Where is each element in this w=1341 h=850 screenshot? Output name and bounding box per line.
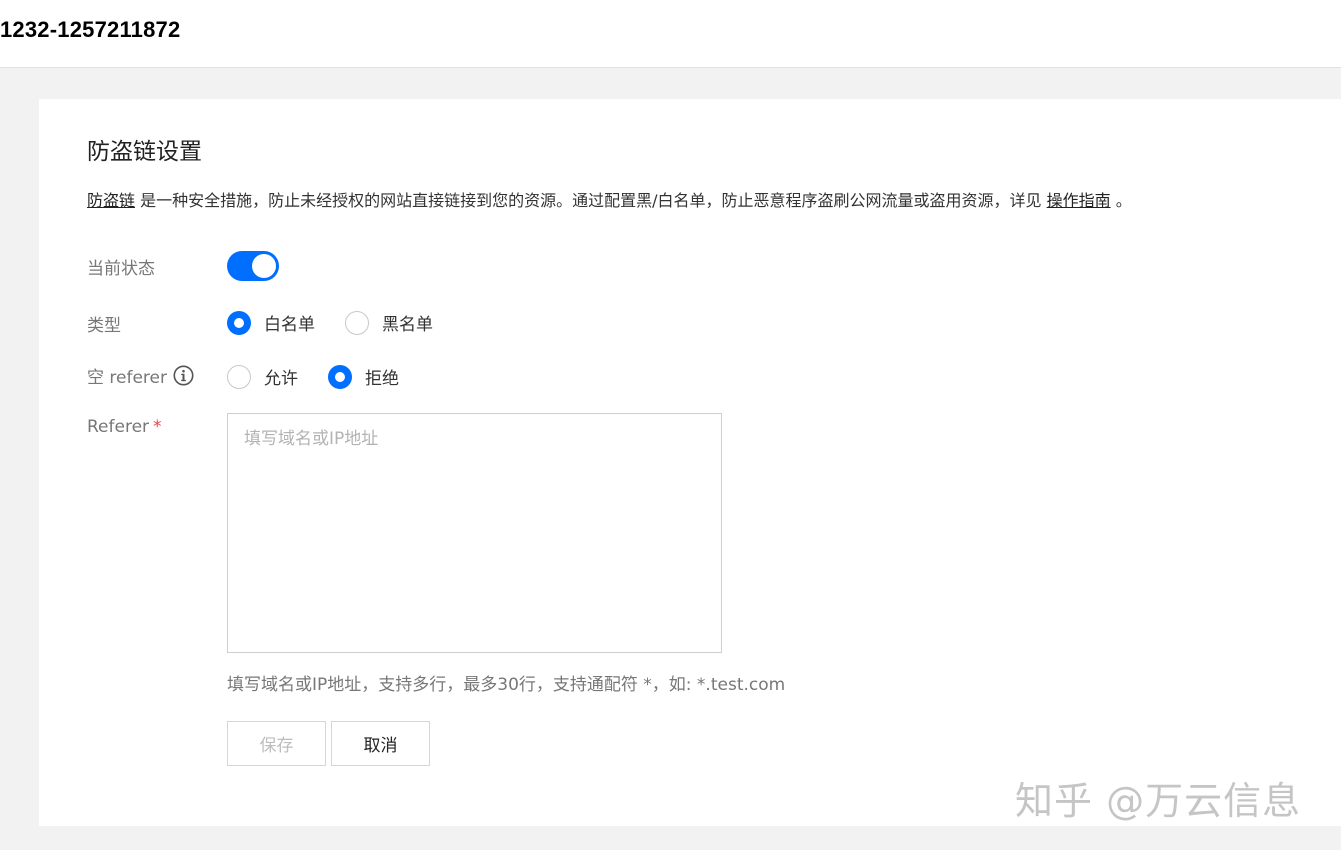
radio-allow-label: 允许 <box>264 369 298 389</box>
empty-referer-text: 空 referer <box>87 368 167 388</box>
save-button[interactable]: 保存 <box>227 721 326 766</box>
status-toggle[interactable] <box>227 251 279 281</box>
referer-label: Referer * <box>87 417 162 437</box>
empty-referer-label: 空 referer <box>87 363 194 388</box>
radio-allow[interactable]: 允许 <box>227 364 298 389</box>
hotlink-protection-panel: 防盗链设置 防盗链 是一种安全措施，防止未经授权的网站直接链接到您的资源。通过配… <box>39 99 1341 826</box>
bucket-name: 1232-1257211872 <box>0 17 181 42</box>
radio-whitelist[interactable]: 白名单 <box>227 310 315 335</box>
empty-referer-radio-group: 允许 拒绝 <box>227 364 429 389</box>
description-suffix: 。 <box>1110 191 1132 210</box>
radio-blacklist-label: 黑名单 <box>382 315 433 335</box>
type-label: 类型 <box>87 316 121 336</box>
top-bar: 1232-1257211872 <box>0 0 1341 68</box>
referer-hint: 填写域名或IP地址，支持多行，最多30行，支持通配符 *，如: *.test.c… <box>227 675 786 695</box>
radio-deny[interactable]: 拒绝 <box>328 364 399 389</box>
referer-textarea[interactable] <box>227 413 722 653</box>
cancel-button[interactable]: 取消 <box>331 721 430 766</box>
info-icon[interactable] <box>173 365 194 386</box>
referer-label-text: Referer <box>87 417 150 437</box>
description-text: 是一种安全措施，防止未经授权的网站直接链接到您的资源。通过配置黑/白名单，防止恶… <box>135 191 1047 210</box>
hotlink-doc-link[interactable]: 防盗链 <box>87 191 135 210</box>
radio-whitelist-label: 白名单 <box>264 315 315 335</box>
toggle-knob <box>252 254 276 278</box>
guide-link[interactable]: 操作指南 <box>1047 191 1111 210</box>
required-mark: * <box>153 417 162 437</box>
panel-description: 防盗链 是一种安全措施，防止未经授权的网站直接链接到您的资源。通过配置黑/白名单… <box>87 187 1132 211</box>
panel-title: 防盗链设置 <box>87 139 202 165</box>
radio-blacklist-circle <box>345 310 369 335</box>
radio-allow-circle <box>227 364 251 389</box>
radio-deny-label: 拒绝 <box>365 369 399 389</box>
watermark: 知乎 @万云信息 <box>1015 779 1302 823</box>
radio-deny-circle <box>328 364 352 389</box>
radio-whitelist-circle <box>227 310 251 335</box>
status-label: 当前状态 <box>87 259 155 279</box>
type-radio-group: 白名单 黑名单 <box>227 310 463 335</box>
radio-blacklist[interactable]: 黑名单 <box>345 310 433 335</box>
